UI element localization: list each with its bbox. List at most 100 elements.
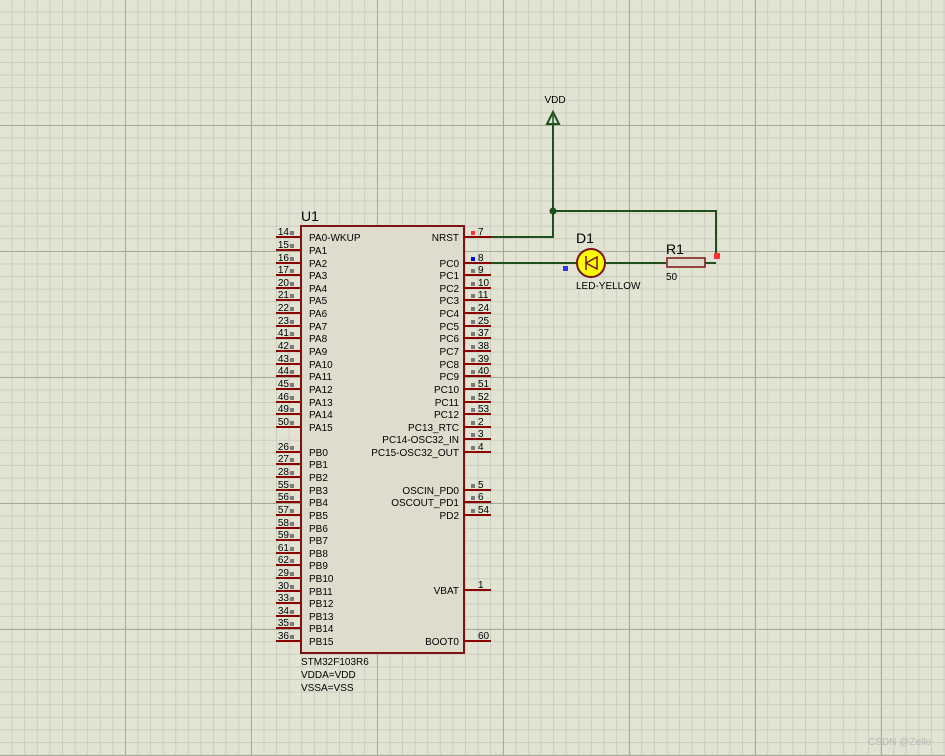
u1-ref: U1 xyxy=(301,208,319,224)
pin-number: 41 xyxy=(278,328,290,339)
pin-stub xyxy=(290,509,294,513)
component-d1[interactable]: D1 LED-YELLOW xyxy=(563,230,641,292)
pin-stub xyxy=(471,257,475,261)
pin-number: 36 xyxy=(278,631,290,642)
pin-stub xyxy=(290,282,294,286)
pin-number: 2 xyxy=(478,417,484,428)
u1-part: STM32F103R6 xyxy=(301,657,369,668)
pin-label: PC4 xyxy=(440,309,460,320)
pin-stub xyxy=(471,269,475,273)
pin-label: PB10 xyxy=(309,574,334,585)
pin-number: 46 xyxy=(278,392,290,403)
pin-stub xyxy=(290,534,294,538)
pin-number: 17 xyxy=(278,265,290,276)
pin-stub xyxy=(290,471,294,475)
pin-stub xyxy=(290,597,294,601)
pin-label: PC1 xyxy=(440,271,460,282)
pin-label: PC11 xyxy=(435,398,460,409)
pin-stub xyxy=(290,458,294,462)
pin-stub xyxy=(290,610,294,614)
pin-number: 55 xyxy=(278,480,290,491)
pin-number: 23 xyxy=(278,316,290,327)
pin-label: PA14 xyxy=(309,410,333,421)
pin-stub xyxy=(471,408,475,412)
pin-label: PC10 xyxy=(434,385,459,396)
pin-label: PC5 xyxy=(440,322,460,333)
pin-stub xyxy=(290,496,294,500)
pin-stub xyxy=(290,421,294,425)
pin-number: 22 xyxy=(278,303,290,314)
r1-pin-marker xyxy=(714,253,720,259)
pin-label: BOOT0 xyxy=(425,637,459,648)
pin-label: VBAT xyxy=(434,586,459,597)
pin-number: 44 xyxy=(278,366,290,377)
pin-label: PA0-WKUP xyxy=(309,233,361,244)
pin-label: PA7 xyxy=(309,322,328,333)
pin-stub xyxy=(290,572,294,576)
pin-label: PB11 xyxy=(309,587,333,598)
pin-stub xyxy=(290,484,294,488)
pin-stub xyxy=(471,282,475,286)
pin-label: PB14 xyxy=(309,624,334,635)
pin-stub xyxy=(471,294,475,298)
pin-number: 11 xyxy=(478,290,489,301)
pin-number: 57 xyxy=(278,505,290,516)
pin-label: PA15 xyxy=(309,423,333,434)
pin-number: 56 xyxy=(278,492,290,503)
power-terminal-vdd[interactable]: VDD xyxy=(544,95,566,125)
resistor-body-icon xyxy=(666,257,706,268)
pin-number: 27 xyxy=(278,454,290,465)
pin-label: PB13 xyxy=(309,612,334,623)
pin-number: 1 xyxy=(478,580,484,591)
pin-number: 4 xyxy=(478,442,484,453)
pin-number: 28 xyxy=(278,467,290,478)
pin-stub xyxy=(471,231,475,235)
pin-stub xyxy=(290,257,294,261)
pin-number: 20 xyxy=(278,278,290,289)
pin-number: 54 xyxy=(478,505,490,516)
pin-stub xyxy=(471,358,475,362)
pin-number: 8 xyxy=(478,253,484,264)
pin-stub xyxy=(290,294,294,298)
pin-stub xyxy=(290,320,294,324)
wire-nrst-vdd[interactable] xyxy=(490,124,554,238)
pin-label: PC6 xyxy=(440,334,460,345)
pin-stub xyxy=(290,635,294,639)
pin-number: 52 xyxy=(478,392,490,403)
pin-stub xyxy=(290,370,294,374)
pin-stub xyxy=(290,244,294,248)
pin-number: 7 xyxy=(478,227,484,238)
pin-label: PA13 xyxy=(309,398,333,409)
pin-number: 62 xyxy=(278,555,290,566)
pin-stub xyxy=(471,484,475,488)
pin-number: 25 xyxy=(478,316,490,327)
pin-number: 24 xyxy=(478,303,490,314)
pin-stub xyxy=(471,370,475,374)
pin-label: NRST xyxy=(432,233,459,244)
pin-number: 3 xyxy=(478,429,484,440)
pin-label: PB2 xyxy=(309,473,328,484)
junction-dot xyxy=(549,207,557,215)
pin-stub xyxy=(471,496,475,500)
pin-label: PC8 xyxy=(440,360,460,371)
pin-number: 49 xyxy=(278,404,290,415)
pin-label: PC14-OSC32_IN xyxy=(382,435,459,446)
d1-value: LED-YELLOW xyxy=(576,281,641,292)
pin-number: 10 xyxy=(478,278,490,289)
pin-number: 38 xyxy=(478,341,490,352)
pin-number: 61 xyxy=(278,543,290,554)
pin-stub xyxy=(290,522,294,526)
pin-number: 37 xyxy=(478,328,490,339)
pin-number: 58 xyxy=(278,518,290,529)
pin-stub xyxy=(471,383,475,387)
pin-label: PB0 xyxy=(309,448,328,459)
pin-number: 30 xyxy=(278,581,290,592)
pin-label: PC9 xyxy=(440,372,460,383)
pin-number: 35 xyxy=(278,618,290,629)
component-u1[interactable]: U1 STM32F103R6 VDDA=VDD VSSA=VSS 14PA0-W… xyxy=(276,208,491,694)
pin-label: PA12 xyxy=(309,385,333,396)
r1-ref: R1 xyxy=(666,241,684,257)
d1-pin-marker xyxy=(563,266,568,271)
pin-label: PC0 xyxy=(440,259,460,270)
pin-label: PA10 xyxy=(309,360,333,371)
